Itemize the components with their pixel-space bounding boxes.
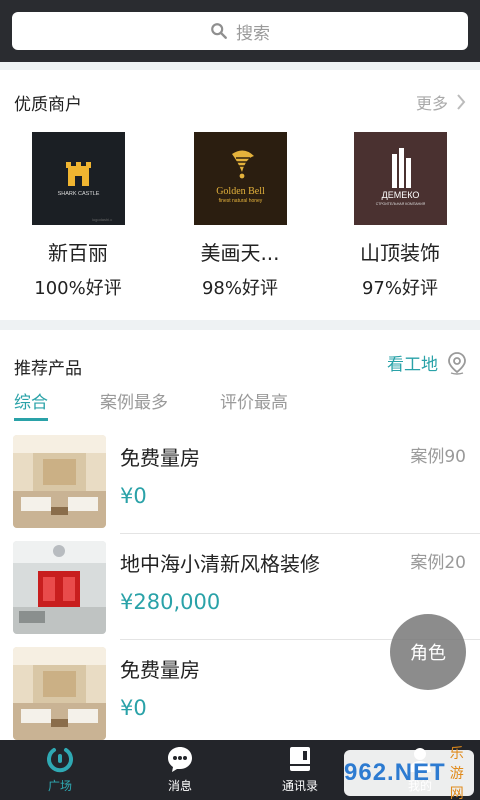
more-merchants-link[interactable]: 更多 bbox=[416, 90, 466, 114]
merchants-title: 优质商户 bbox=[14, 95, 82, 115]
merchant-logo: ДЕМЕКО СТРОИТЕЛЬНАЯ КОМПАНИЯ bbox=[353, 132, 447, 225]
product-thumbnail bbox=[13, 435, 106, 528]
logo-sub: logodashi.c bbox=[92, 217, 112, 222]
contacts-icon bbox=[290, 747, 310, 771]
search-input[interactable]: 搜索 bbox=[12, 12, 468, 50]
more-label: 更多 bbox=[415, 94, 448, 113]
product-title: 免费量房 bbox=[120, 658, 200, 682]
merchant-name: 山顶装饰 bbox=[360, 241, 440, 265]
castle-logo-icon: SHARK CASTLE logodashi.c bbox=[57, 162, 112, 222]
products-title: 推荐产品 bbox=[14, 359, 82, 379]
message-icon bbox=[168, 747, 192, 772]
watermark-text: 962.NET bbox=[344, 759, 446, 786]
merchant-card[interactable]: Golden Bell finest natural honey 美画天... … bbox=[165, 132, 315, 300]
product-thumbnail bbox=[13, 541, 106, 634]
view-sites-label: 看工地 bbox=[387, 355, 438, 375]
tab-most-cases[interactable]: 案例最多 bbox=[100, 388, 168, 421]
logo-text: ДЕМЕКО bbox=[381, 190, 419, 200]
product-title: 地中海小清新风格装修 bbox=[120, 552, 320, 576]
merchant-logo: SHARK CASTLE logodashi.c bbox=[31, 132, 125, 225]
top-bar: 搜索 bbox=[0, 0, 480, 62]
merchant-name: 新百丽 bbox=[48, 241, 108, 265]
role-fab-button[interactable]: 角色 bbox=[390, 614, 466, 690]
merchant-card[interactable]: SHARK CASTLE logodashi.c 新百丽 100%好评 bbox=[3, 132, 153, 300]
plaza-icon bbox=[47, 748, 73, 773]
merchants-section: 优质商户 更多 SHARK CASTLE logodashi.c 新百丽 100… bbox=[0, 70, 480, 320]
search-placeholder: 搜索 bbox=[236, 23, 270, 44]
nav-contacts-label: 通讯录 bbox=[281, 779, 318, 793]
nav-plaza-label: 广场 bbox=[47, 779, 72, 793]
product-title: 免费量房 bbox=[120, 446, 200, 470]
row-divider bbox=[120, 533, 480, 534]
merchant-card[interactable]: ДЕМЕКО СТРОИТЕЛЬНАЯ КОМПАНИЯ 山顶装饰 97%好评 bbox=[325, 132, 475, 300]
merchant-rating: 97%好评 bbox=[361, 278, 438, 299]
chevron-right-icon bbox=[457, 94, 466, 110]
merchant-rating: 100%好评 bbox=[34, 278, 122, 299]
merchant-rating: 98%好评 bbox=[201, 278, 278, 299]
product-case-count: 案例90 bbox=[410, 447, 466, 467]
logo-text: Golden Bell bbox=[216, 186, 265, 197]
tab-top-rated[interactable]: 评价最高 bbox=[220, 388, 288, 421]
search-icon bbox=[211, 23, 227, 39]
nav-plaza[interactable]: 广场 bbox=[0, 740, 120, 800]
merchant-name: 美画天... bbox=[200, 241, 280, 265]
product-price: ¥280,000 bbox=[120, 590, 221, 614]
logo-sub: finest natural honey bbox=[218, 198, 262, 204]
product-case-count: 案例20 bbox=[410, 553, 466, 573]
site-watermark: 962.NET 乐游网 bbox=[344, 746, 474, 800]
location-pin-icon bbox=[448, 351, 466, 375]
watermark-subtext: 乐游网 bbox=[449, 746, 464, 800]
logo-sub: СТРОИТЕЛЬНАЯ КОМПАНИЯ bbox=[375, 202, 425, 206]
tab-comprehensive[interactable]: 综合 bbox=[14, 388, 48, 421]
product-price: ¥0 bbox=[120, 696, 147, 720]
product-price: ¥0 bbox=[120, 484, 147, 508]
nav-messages[interactable]: 消息 bbox=[120, 740, 240, 800]
product-thumbnail bbox=[13, 647, 106, 740]
product-row[interactable]: 免费量房 ¥0 案例90 bbox=[0, 430, 480, 534]
view-sites-link[interactable]: 看工地 bbox=[387, 350, 468, 375]
bell-logo-icon: Golden Bell finest natural honey bbox=[216, 150, 265, 204]
product-tabs: 综合 案例最多 评价最高 bbox=[14, 388, 340, 421]
nav-messages-label: 消息 bbox=[167, 779, 192, 793]
merchant-logo: Golden Bell finest natural honey bbox=[193, 132, 287, 225]
bottom-nav: 广场 消息 通讯录 我的 962.NET 乐游网 bbox=[0, 740, 480, 800]
logo-text: SHARK CASTLE bbox=[57, 191, 99, 197]
building-logo-icon: ДЕМЕКО СТРОИТЕЛЬНАЯ КОМПАНИЯ bbox=[375, 148, 425, 206]
nav-contacts[interactable]: 通讯录 bbox=[240, 740, 360, 800]
